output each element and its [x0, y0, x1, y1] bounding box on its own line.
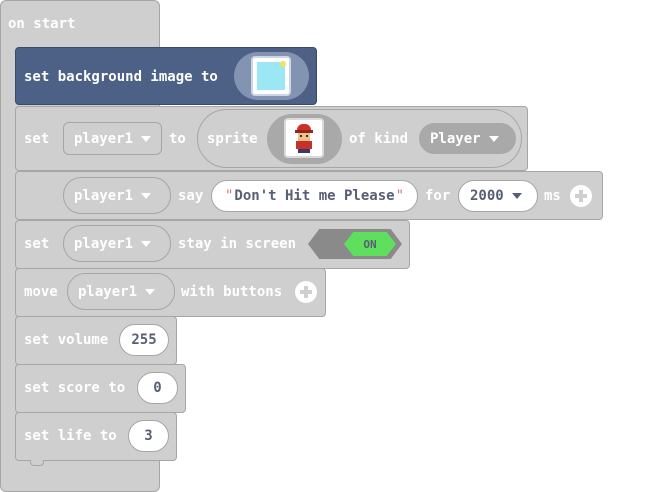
- chevron-down-icon: [141, 135, 152, 142]
- sprite-label: sprite: [207, 131, 258, 147]
- variable-dropdown-player1[interactable]: player1: [63, 122, 162, 155]
- life-input[interactable]: 3: [128, 420, 169, 452]
- to-label: to: [169, 131, 186, 147]
- image-icon: [251, 56, 291, 96]
- chevron-down-icon: [488, 135, 499, 142]
- say-text-input[interactable]: " Don't Hit me Please ": [211, 180, 418, 212]
- move-label: move: [24, 284, 58, 300]
- kind-dropdown[interactable]: Player: [419, 123, 516, 154]
- variable-dropdown-player1[interactable]: player1: [63, 225, 171, 262]
- score-input[interactable]: 0: [137, 372, 178, 404]
- with-buttons-label: with buttons: [181, 284, 283, 300]
- set-label: set: [24, 131, 50, 147]
- score-value: 0: [153, 380, 162, 396]
- of-kind-label: of kind: [349, 131, 409, 147]
- say-label: say: [178, 188, 204, 204]
- on-start-label: on start: [8, 16, 76, 32]
- set-volume-label: set volume: [24, 332, 109, 348]
- chevron-down-icon: [141, 240, 152, 247]
- close-quote: ": [395, 188, 405, 204]
- duration-dropdown-label: 2000: [470, 188, 504, 204]
- set-life-label: set life to: [24, 428, 117, 444]
- variable-dropdown-player1[interactable]: player1: [63, 177, 171, 214]
- set-score-label: set score to: [24, 380, 126, 396]
- volume-value: 255: [131, 332, 157, 348]
- red-cap-character-icon: [284, 118, 324, 158]
- toggle-on-label: ON: [363, 237, 377, 251]
- variable-dropdown-label: player1: [74, 187, 134, 204]
- set-background-image-label: set background image to: [24, 69, 218, 85]
- open-quote: ": [224, 188, 234, 204]
- for-label: for: [425, 188, 451, 204]
- ms-label: ms: [544, 188, 561, 204]
- variable-dropdown-label: player1: [74, 130, 134, 147]
- add-parameter-plus-icon[interactable]: [570, 185, 592, 207]
- stay-in-screen-label: stay in screen: [178, 236, 297, 252]
- duration-dropdown[interactable]: 2000: [458, 180, 538, 212]
- volume-input[interactable]: 255: [119, 324, 169, 356]
- say-text-value: Don't Hit me Please: [234, 188, 395, 204]
- variable-dropdown-label: player1: [78, 283, 138, 300]
- variable-dropdown-label: player1: [74, 235, 134, 252]
- chevron-down-icon: [141, 192, 152, 199]
- add-parameter-plus-icon[interactable]: [295, 281, 317, 303]
- chevron-down-icon: [511, 193, 522, 199]
- set-label: set: [24, 236, 50, 252]
- stay-in-screen-toggle[interactable]: ON: [308, 229, 402, 259]
- life-value: 3: [144, 428, 153, 444]
- chevron-down-icon: [145, 288, 156, 295]
- block-bottom-notch: [30, 460, 44, 466]
- kind-dropdown-label: Player: [430, 130, 481, 147]
- variable-dropdown-player1[interactable]: player1: [67, 273, 175, 310]
